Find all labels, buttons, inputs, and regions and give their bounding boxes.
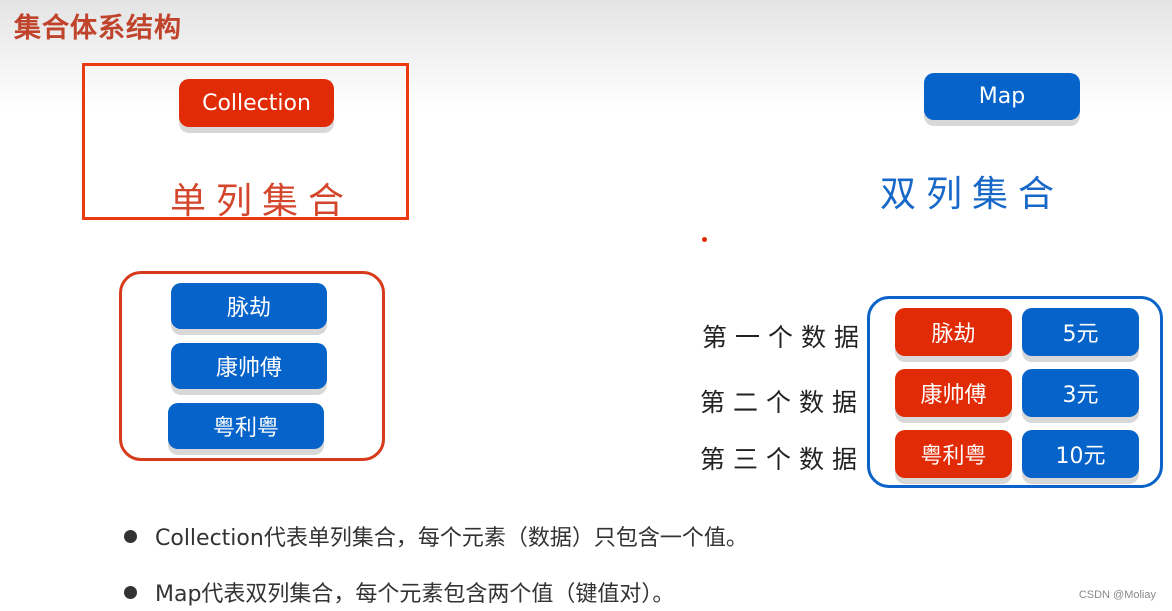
map-row-label: 第二个数据 xyxy=(700,388,866,417)
collection-node: Collection xyxy=(179,79,334,127)
collection-item: 脉劫 xyxy=(171,283,327,329)
map-value: 3元 xyxy=(1022,369,1139,417)
page-title: 集合体系结构 xyxy=(14,13,182,44)
note-item: Collection代表单列集合，每个元素（数据）只包含一个值。 xyxy=(124,520,748,552)
note-text: Map代表双列集合，每个元素包含两个值（键值对）。 xyxy=(155,582,675,607)
pointer-dot xyxy=(702,237,707,242)
single-column-caption: 单列集合 xyxy=(170,181,355,222)
map-key: 脉劫 xyxy=(895,308,1012,356)
map-row-label: 第三个数据 xyxy=(700,445,866,474)
map-node: Map xyxy=(924,73,1080,120)
map-key: 粤利粤 xyxy=(895,430,1012,478)
map-key: 康帅傅 xyxy=(895,369,1012,417)
map-value: 10元 xyxy=(1022,430,1139,478)
note-item: Map代表双列集合，每个元素包含两个值（键值对）。 xyxy=(124,576,674,608)
note-text: Collection代表单列集合，每个元素（数据）只包含一个值。 xyxy=(155,526,748,551)
map-row-label: 第一个数据 xyxy=(702,323,868,352)
double-column-caption: 双列集合 xyxy=(880,174,1065,215)
map-value: 5元 xyxy=(1022,308,1139,356)
watermark: CSDN @Moliay xyxy=(1078,589,1156,601)
bullet-icon xyxy=(124,529,137,543)
collection-item: 粤利粤 xyxy=(168,403,324,449)
bullet-icon xyxy=(124,585,137,599)
collection-item: 康帅傅 xyxy=(171,343,327,389)
